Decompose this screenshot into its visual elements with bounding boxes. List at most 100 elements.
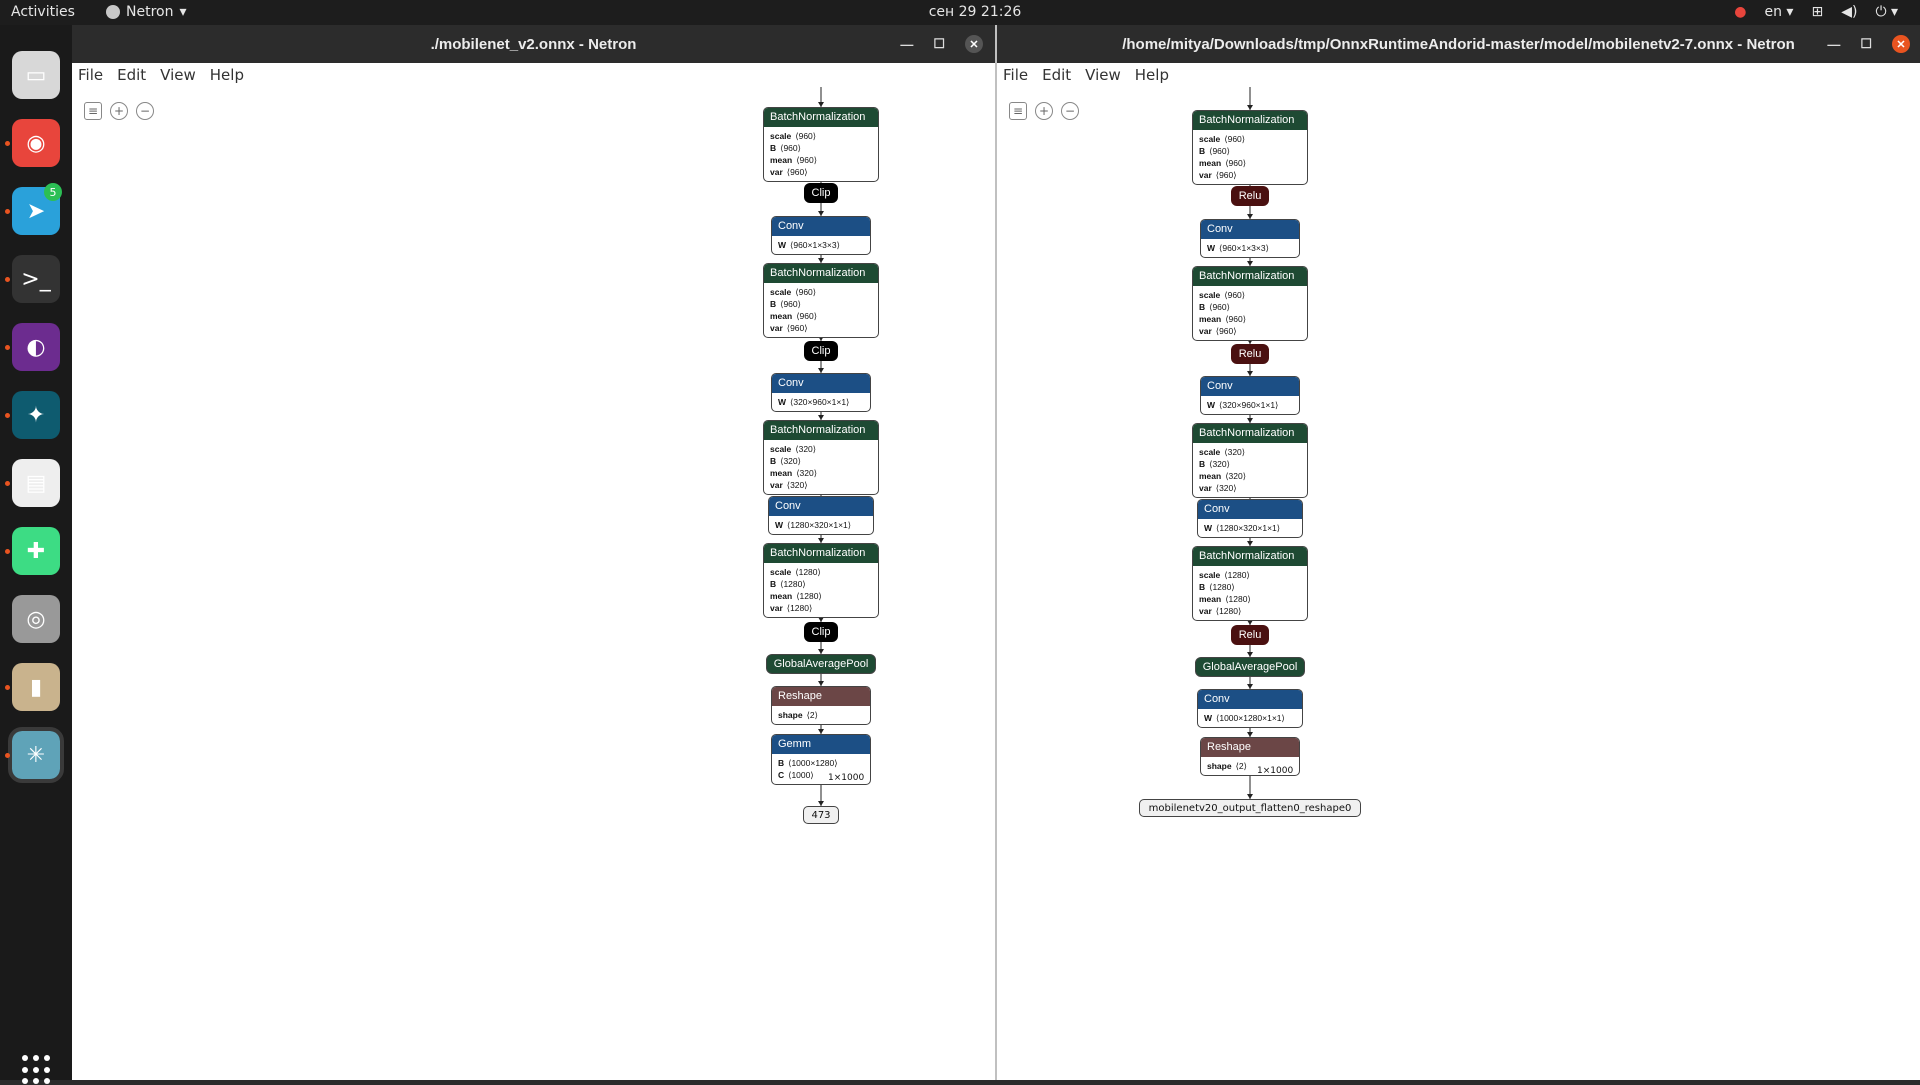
node-op-label: Conv xyxy=(772,374,870,393)
menu-item-view[interactable]: View xyxy=(160,66,196,84)
graph-node-clip[interactable]: Clip xyxy=(804,341,838,361)
graph-canvas[interactable]: BatchNormalization scale ⟨960⟩ B ⟨960⟩ mean ⟨9… xyxy=(72,87,995,1080)
node-attribute: mean ⟨1280⟩ xyxy=(1199,594,1251,604)
menu-item-help[interactable]: Help xyxy=(210,66,244,84)
graph-node-bn[interactable]: BatchNormalization scale ⟨320⟩ B ⟨320⟩ mean ⟨3… xyxy=(1192,423,1308,498)
graph-node-conv[interactable]: Conv W ⟨320×960×1×1⟩ xyxy=(1200,376,1300,415)
graph-node-relu[interactable]: Relu xyxy=(1231,625,1269,645)
window-title-bar[interactable]: /home/mitya/Downloads/tmp/OnnxRuntimeAnd… xyxy=(997,25,1920,63)
graph-node-clip[interactable]: Clip xyxy=(804,622,838,642)
graph-output-node[interactable]: 473 xyxy=(803,806,839,824)
language-indicator[interactable]: en ▾ xyxy=(1764,4,1793,20)
notification-badge: 5 xyxy=(44,183,62,201)
archive-icon[interactable]: ▮ xyxy=(12,663,60,711)
graph-node-gap[interactable]: GlobalAveragePool xyxy=(766,654,876,674)
graph-node-relu[interactable]: Relu xyxy=(1231,344,1269,364)
graph-node-bn[interactable]: BatchNormalization scale ⟨960⟩ B ⟨960⟩ mean ⟨9… xyxy=(763,107,879,182)
close-icon[interactable]: ✕ xyxy=(965,35,983,53)
node-op-label: Conv xyxy=(1198,500,1302,519)
menu-item-file[interactable]: File xyxy=(78,66,103,84)
menu-item-file[interactable]: File xyxy=(1003,66,1028,84)
running-indicator xyxy=(5,345,10,350)
node-attribute: B ⟨960⟩ xyxy=(1199,302,1230,312)
node-attribute: var ⟨320⟩ xyxy=(1199,483,1237,493)
node-op-label: BatchNormalization xyxy=(764,544,878,563)
node-op-label: Conv xyxy=(772,217,870,236)
minimize-icon[interactable]: — xyxy=(1827,37,1840,52)
node-attribute: var ⟨1280⟩ xyxy=(1199,606,1242,616)
node-op-label: Conv xyxy=(1201,220,1299,239)
netron-window-left: ./mobilenet_v2.onnx - Netron — ☐ ✕ File E… xyxy=(72,25,997,1080)
menu-item-view[interactable]: View xyxy=(1085,66,1121,84)
dock: ▭ ◉ ➤ 5 >_ ◐ ✦ ▤ ✚ ◎ ▮ ✳ xyxy=(0,25,72,1085)
android-studio-icon[interactable]: ✚ xyxy=(12,527,60,575)
node-attribute: W ⟨960×1×3×3⟩ xyxy=(1207,243,1269,253)
graph-node-bn[interactable]: BatchNormalization scale ⟨320⟩ B ⟨320⟩ mean ⟨3… xyxy=(763,420,879,495)
running-indicator xyxy=(5,753,10,758)
node-attribute: scale ⟨1280⟩ xyxy=(770,567,821,577)
graph-node-reshape[interactable]: Reshape shape ⟨2⟩ xyxy=(771,686,871,725)
node-op-label: BatchNormalization xyxy=(764,421,878,440)
menu-item-edit[interactable]: Edit xyxy=(1042,66,1071,84)
graph-canvas[interactable]: BatchNormalization scale ⟨960⟩ B ⟨960⟩ mean ⟨9… xyxy=(997,87,1920,1080)
node-attribute: B ⟨960⟩ xyxy=(1199,146,1230,156)
graph-node-clip[interactable]: Clip xyxy=(804,183,838,203)
tor-icon[interactable]: ◐ xyxy=(12,323,60,371)
network-icon[interactable]: ⊞ xyxy=(1811,4,1823,20)
node-op-label: BatchNormalization xyxy=(1193,267,1307,286)
node-attribute: mean ⟨960⟩ xyxy=(770,311,818,321)
graph-output-node[interactable]: mobilenetv20_output_flatten0_reshape0 xyxy=(1139,799,1361,817)
maximize-icon[interactable]: ☐ xyxy=(933,36,945,52)
graph-node-bn[interactable]: BatchNormalization scale ⟨1280⟩ B ⟨1280⟩ mean… xyxy=(763,543,879,618)
close-icon[interactable]: ✕ xyxy=(1892,35,1910,53)
node-attribute: B ⟨1280⟩ xyxy=(1199,582,1235,592)
node-attribute: mean ⟨960⟩ xyxy=(1199,314,1247,324)
chrome-icon[interactable]: ◉ xyxy=(12,119,60,167)
menu-item-edit[interactable]: Edit xyxy=(117,66,146,84)
graph-node-conv[interactable]: Conv W ⟨960×1×3×3⟩ xyxy=(771,216,871,255)
chrome-tray-icon[interactable]: ● xyxy=(1734,4,1746,20)
maximize-icon[interactable]: ☐ xyxy=(1860,36,1872,52)
netron-icon[interactable]: ✳ xyxy=(8,727,64,783)
reader-icon[interactable]: ▤ xyxy=(12,459,60,507)
graph-node-conv[interactable]: Conv W ⟨1280×320×1×1⟩ xyxy=(768,496,874,535)
node-op-label: Reshape xyxy=(1201,738,1299,757)
node-op-label: BatchNormalization xyxy=(1193,424,1307,443)
graph-node-conv[interactable]: Conv W ⟨960×1×3×3⟩ xyxy=(1200,219,1300,258)
terminal-icon[interactable]: >_ xyxy=(12,255,60,303)
power-icon[interactable]: ⏻ ▾ xyxy=(1875,4,1898,20)
graph-node-bn[interactable]: BatchNormalization scale ⟨960⟩ B ⟨960⟩ mean ⟨9… xyxy=(763,263,879,338)
graph-node-bn[interactable]: BatchNormalization scale ⟨960⟩ B ⟨960⟩ mean ⟨9… xyxy=(1192,110,1308,185)
node-attribute: B ⟨960⟩ xyxy=(770,299,801,309)
node-attribute: B ⟨1000×1280⟩ xyxy=(778,758,838,768)
running-indicator xyxy=(5,481,10,486)
system-tray[interactable]: ● en ▾ ⊞ ◀) ⏻ ▾ xyxy=(1734,4,1898,20)
node-op-label: Gemm xyxy=(772,735,870,754)
window-title-bar[interactable]: ./mobilenet_v2.onnx - Netron — ☐ ✕ xyxy=(72,25,995,63)
graph-node-bn[interactable]: BatchNormalization scale ⟨1280⟩ B ⟨1280⟩ mean… xyxy=(1192,546,1308,621)
show-applications-icon[interactable] xyxy=(22,1055,52,1085)
node-attribute: W ⟨320×960×1×1⟩ xyxy=(778,397,850,407)
files-icon[interactable]: ▭ xyxy=(12,51,60,99)
node-attribute: scale ⟨960⟩ xyxy=(1199,290,1246,300)
graph-node-relu[interactable]: Relu xyxy=(1231,186,1269,206)
graph-node-gap[interactable]: GlobalAveragePool xyxy=(1195,657,1305,677)
node-attribute: B ⟨320⟩ xyxy=(1199,459,1230,469)
menu-item-help[interactable]: Help xyxy=(1135,66,1169,84)
language-label: en xyxy=(1764,4,1782,20)
graph-node-conv[interactable]: Conv W ⟨1280×320×1×1⟩ xyxy=(1197,499,1303,538)
magnifier-icon[interactable]: ◎ xyxy=(12,595,60,643)
edge-shape-label: 1×1000 xyxy=(828,773,865,783)
volume-icon[interactable]: ◀) xyxy=(1841,4,1857,20)
node-attribute: var ⟨960⟩ xyxy=(770,323,808,333)
node-op-label: Conv xyxy=(769,497,873,516)
gitkraken-icon[interactable]: ✦ xyxy=(12,391,60,439)
graph-node-conv[interactable]: Conv W ⟨320×960×1×1⟩ xyxy=(771,373,871,412)
graph-node-conv[interactable]: Conv W ⟨1000×1280×1×1⟩ xyxy=(1197,689,1303,728)
clock[interactable]: сен 29 21:26 xyxy=(0,4,1920,20)
running-indicator xyxy=(5,141,10,146)
graph-node-bn[interactable]: BatchNormalization scale ⟨960⟩ B ⟨960⟩ mean ⟨9… xyxy=(1192,266,1308,341)
window-title: /home/mitya/Downloads/tmp/OnnxRuntimeAnd… xyxy=(1122,35,1795,53)
running-indicator xyxy=(5,277,10,282)
minimize-icon[interactable]: — xyxy=(900,37,913,52)
